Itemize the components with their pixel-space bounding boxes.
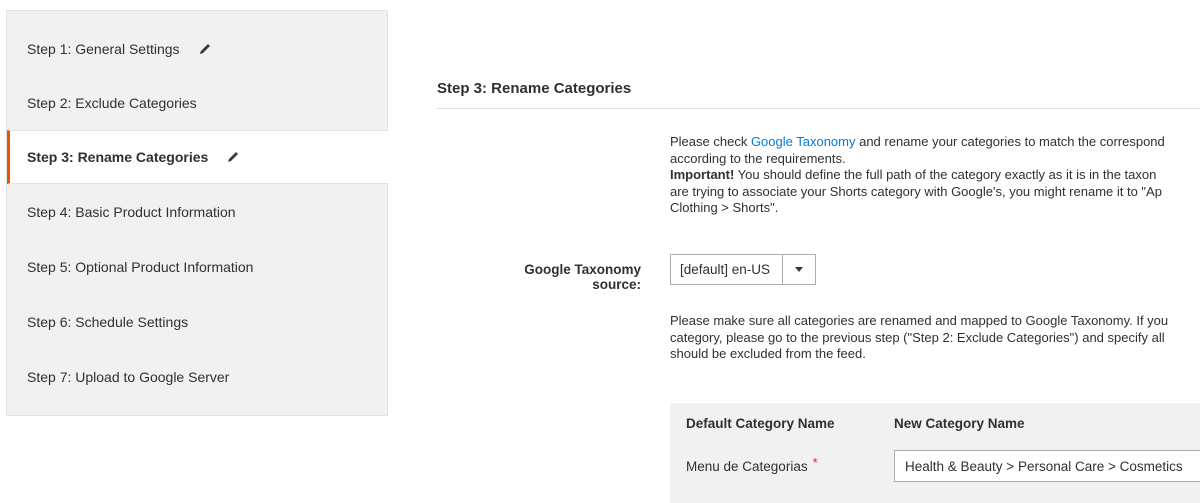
steps-sidebar: Step 1: General Settings Step 2: Exclude… [6, 10, 388, 416]
category-mapping-table: Default Category Name New Category Name … [670, 403, 1200, 503]
google-taxonomy-link[interactable]: Google Taxonomy [751, 134, 856, 149]
intro-text-segment: You should define the full path of the c… [734, 167, 1157, 182]
sidebar-item-label: Step 2: Exclude Categories [27, 95, 197, 111]
taxonomy-source-label: Google Taxonomy source: [524, 262, 641, 292]
sidebar-item-label: Step 6: Schedule Settings [27, 314, 189, 330]
sidebar-item-label: Step 5: Optional Product Information [27, 259, 254, 275]
mapping-note: Please make sure all categories are rena… [670, 313, 1200, 363]
note-line-2: category, please go to the previous step… [670, 329, 1165, 345]
important-label: Important! [670, 167, 735, 182]
sidebar-item-label: Step 1: General Settings [27, 41, 180, 57]
sidebar-item-label: Step 7: Upload to Google Server [27, 369, 230, 385]
page-title: Step 3: Rename Categories [437, 80, 632, 97]
table-row-default-name: Menu de Categorias * [686, 455, 818, 474]
pencil-icon[interactable] [226, 150, 240, 164]
column-header-new-name: New Category Name [894, 416, 1025, 431]
column-header-default-name: Default Category Name [686, 416, 835, 431]
sidebar-item-label: Step 4: Basic Product Information [27, 204, 236, 220]
sidebar-item-optional-product-information[interactable]: Step 5: Optional Product Information [7, 240, 387, 294]
intro-text-segment: Please check [670, 134, 751, 149]
intro-line-4: are trying to associate your Shorts cate… [670, 183, 1162, 199]
sidebar-item-rename-categories[interactable]: Step 3: Rename Categories [7, 130, 388, 184]
sidebar-item-basic-product-information[interactable]: Step 4: Basic Product Information [7, 185, 387, 239]
intro-line-2: according to the requirements. [670, 150, 846, 166]
note-line-1: Please make sure all categories are rena… [670, 313, 1169, 328]
taxonomy-source-select[interactable]: [default] en-US [670, 254, 816, 285]
taxonomy-source-value: [default] en-US [680, 262, 771, 277]
required-marker: * [812, 455, 818, 470]
sidebar-item-schedule-settings[interactable]: Step 6: Schedule Settings [7, 295, 387, 349]
intro-text: Please check Google Taxonomy and rename … [670, 134, 1200, 217]
pencil-icon[interactable] [198, 42, 212, 56]
category-name: Menu de Categorias [686, 459, 808, 474]
intro-line-3: Important! You should define the full pa… [670, 167, 1200, 184]
sidebar-item-upload-to-google-server[interactable]: Step 7: Upload to Google Server [7, 350, 387, 404]
note-line-3: should be excluded from the feed. [670, 346, 866, 361]
intro-line-1: Please check Google Taxonomy and rename … [670, 134, 1200, 151]
sidebar-item-general-settings[interactable]: Step 1: General Settings [7, 22, 387, 76]
title-divider [437, 108, 1200, 109]
sidebar-item-label: Step 3: Rename Categories [27, 149, 209, 165]
new-category-name-input[interactable]: Health & Beauty > Personal Care > Cosmet… [894, 450, 1200, 482]
chevron-down-icon[interactable] [782, 255, 815, 284]
sidebar-item-exclude-categories[interactable]: Step 2: Exclude Categories [7, 76, 387, 130]
intro-text-segment: and rename your categories to match the … [855, 134, 1165, 149]
intro-line-5: Clothing > Shorts". [670, 200, 779, 215]
